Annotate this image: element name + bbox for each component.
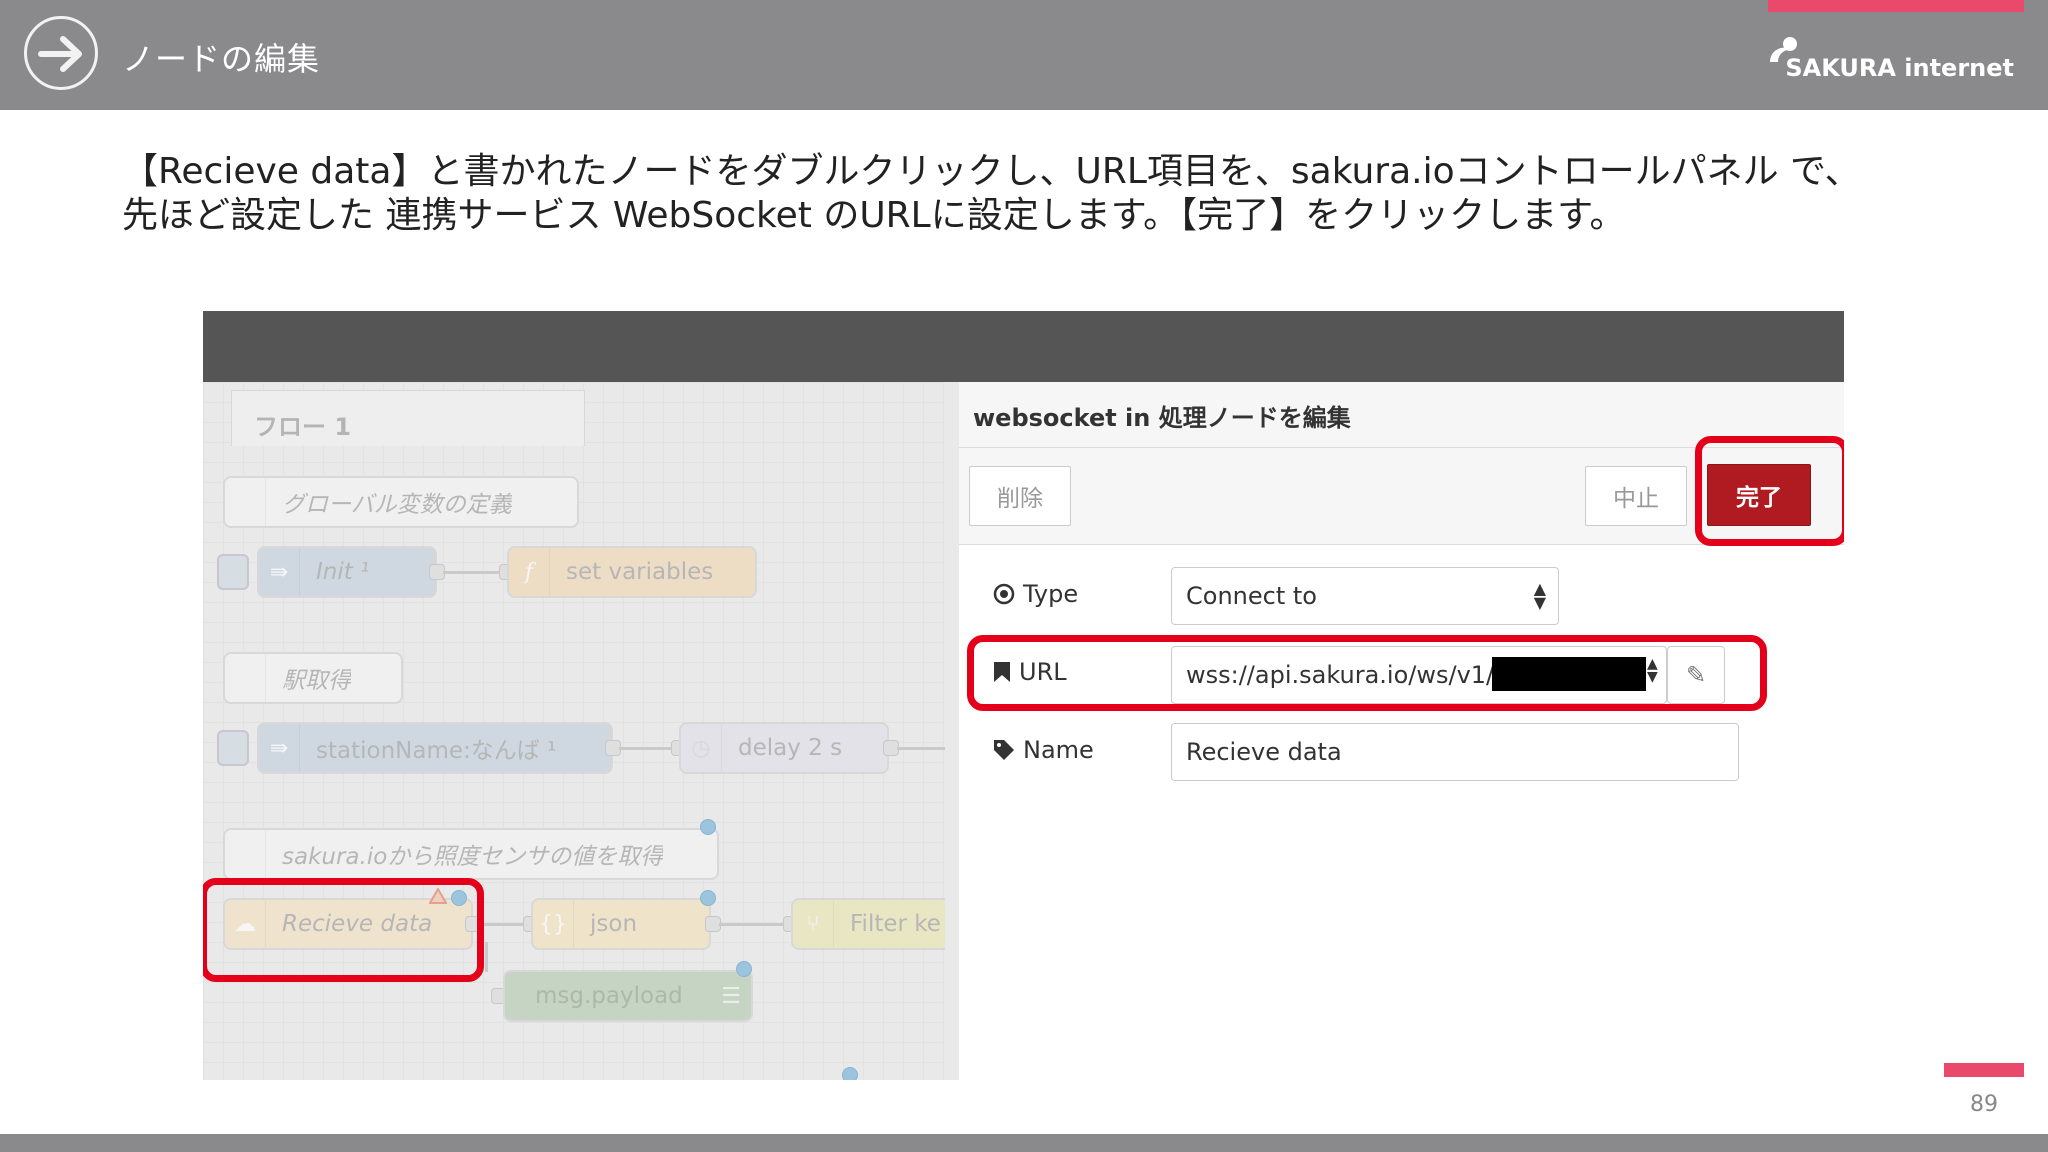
type-select-value: Connect to bbox=[1186, 582, 1317, 610]
highlight-done-button bbox=[1695, 436, 1844, 546]
page-number: 89 bbox=[1970, 1092, 1998, 1117]
delete-button[interactable]: 削除 bbox=[969, 466, 1071, 526]
sakura-logo: SAKURA internet bbox=[1764, 34, 2014, 86]
page-number-accent bbox=[1944, 1063, 2024, 1077]
type-select[interactable]: Connect to ▲ ▼ bbox=[1171, 567, 1559, 625]
arrow-right-icon bbox=[24, 16, 98, 90]
slide-footer-bar bbox=[0, 1134, 2048, 1152]
highlight-url-row bbox=[967, 635, 1767, 711]
slide-title: ノードの編集 bbox=[122, 40, 321, 78]
editor-header-bar bbox=[203, 311, 1844, 382]
flow-canvas[interactable]: フロー 1 グローバル変数の定義 ⇛ Init ¹ f set variable… bbox=[203, 382, 961, 1080]
instruction-line-2: 先ほど設定した 連携サービス WebSocket のURLに設定します。【完了】… bbox=[122, 195, 1626, 236]
cancel-button[interactable]: 中止 bbox=[1585, 466, 1687, 526]
edit-node-panel: websocket in 処理ノードを編集 削除 中止 完了 Type Conn… bbox=[945, 382, 1844, 1080]
tag-icon bbox=[994, 740, 1014, 760]
select-arrows-icon: ▲ ▼ bbox=[1533, 579, 1546, 612]
dot-circle-icon bbox=[993, 583, 1015, 605]
instruction-text: 【Recieve data】と書かれたノードをダブルクリックし、URL項目を、s… bbox=[122, 150, 1942, 238]
name-input-value: Recieve data bbox=[1186, 738, 1342, 766]
name-label: Name bbox=[1023, 736, 1094, 764]
highlight-recieve-data bbox=[203, 878, 484, 982]
logo-text: SAKURA internet bbox=[1785, 54, 2014, 82]
type-row-label: Type bbox=[993, 580, 1078, 608]
name-input[interactable]: Recieve data bbox=[1171, 723, 1739, 781]
type-label: Type bbox=[1023, 580, 1079, 608]
instruction-line-1: 【Recieve data】と書かれたノードをダブルクリックし、URL項目を、s… bbox=[122, 151, 1861, 192]
name-row-label: Name bbox=[993, 736, 1094, 764]
slide-header: ノードの編集 SAKURA internet bbox=[0, 0, 2048, 110]
header-accent-stripe bbox=[1768, 0, 2024, 12]
node-red-screenshot: フロー 1 グローバル変数の定義 ⇛ Init ¹ f set variable… bbox=[203, 311, 1844, 1080]
